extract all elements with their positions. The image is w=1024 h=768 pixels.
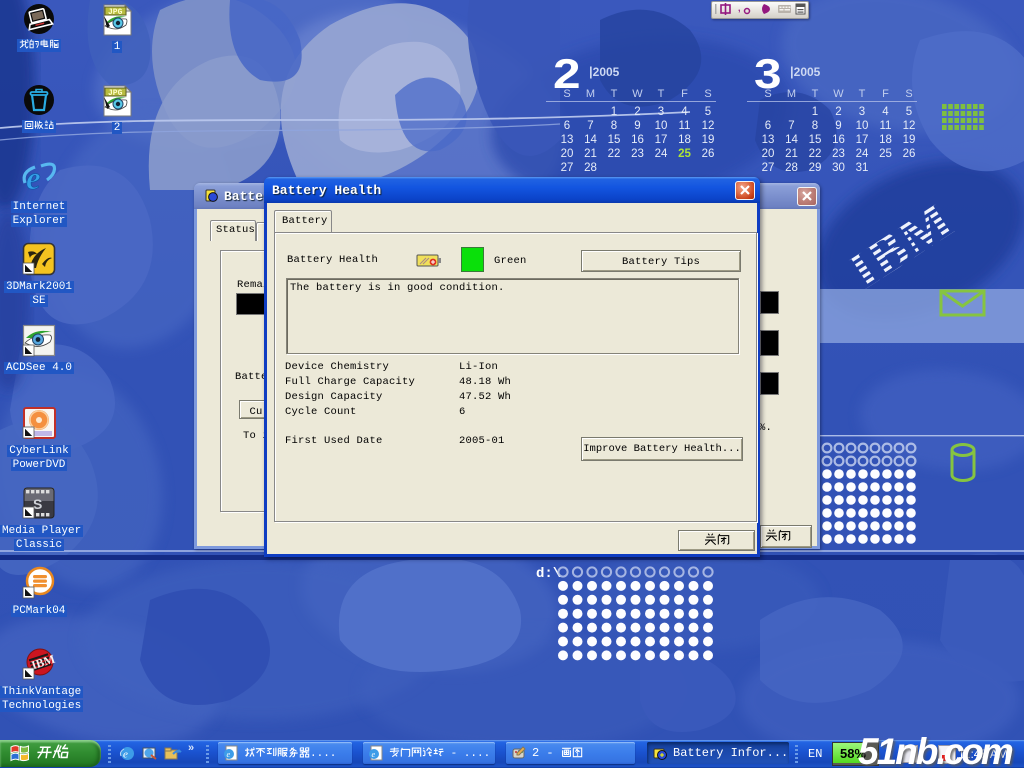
svg-text:e: e — [372, 750, 376, 759]
svg-text:d:\: d:\ — [536, 566, 561, 582]
svg-text:S: S — [33, 496, 42, 512]
svg-text:,: , — [738, 3, 741, 13]
svg-text:e: e — [227, 750, 231, 759]
svg-text:JPG: JPG — [108, 89, 123, 98]
svg-text:e: e — [123, 749, 128, 761]
svg-text:JPG: JPG — [108, 8, 123, 17]
